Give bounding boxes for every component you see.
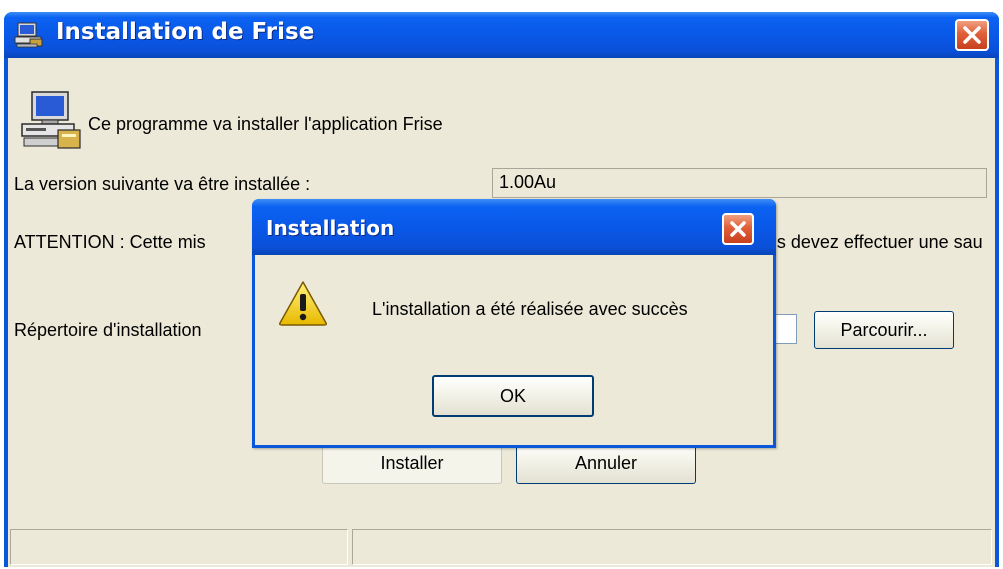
close-icon — [730, 221, 746, 237]
warning-icon — [279, 281, 327, 326]
install-button[interactable]: Installer — [322, 442, 502, 484]
cancel-button[interactable]: Annuler — [516, 442, 696, 484]
status-pane — [10, 529, 348, 565]
dialog-title: Installation — [266, 216, 395, 240]
version-label: La version suivante va être installée : — [14, 174, 311, 194]
dialog-titlebar[interactable]: Installation — [252, 199, 776, 255]
message-dialog: Installation L'installation a été réalis… — [252, 199, 776, 448]
intro-text: Ce programme va installer l'application … — [88, 114, 443, 134]
browse-button[interactable]: Parcourir... — [814, 311, 954, 349]
computer-install-icon — [14, 22, 43, 48]
close-icon — [963, 26, 981, 44]
close-button[interactable] — [955, 19, 989, 51]
computer-install-icon — [21, 91, 81, 149]
directory-label: Répertoire d'installation — [14, 320, 202, 340]
version-field: 1.00Au — [492, 168, 987, 198]
dialog-body: L'installation a été réalisée avec succè… — [255, 255, 773, 445]
dialog-close-button[interactable] — [722, 213, 754, 245]
window-titlebar[interactable]: Installation de Frise — [4, 12, 999, 58]
dialog-message: L'installation a été réalisée avec succè… — [372, 299, 688, 319]
status-pane — [352, 529, 992, 565]
ok-button[interactable]: OK — [432, 375, 594, 417]
status-bar — [8, 525, 995, 567]
window-title: Installation de Frise — [56, 19, 315, 45]
